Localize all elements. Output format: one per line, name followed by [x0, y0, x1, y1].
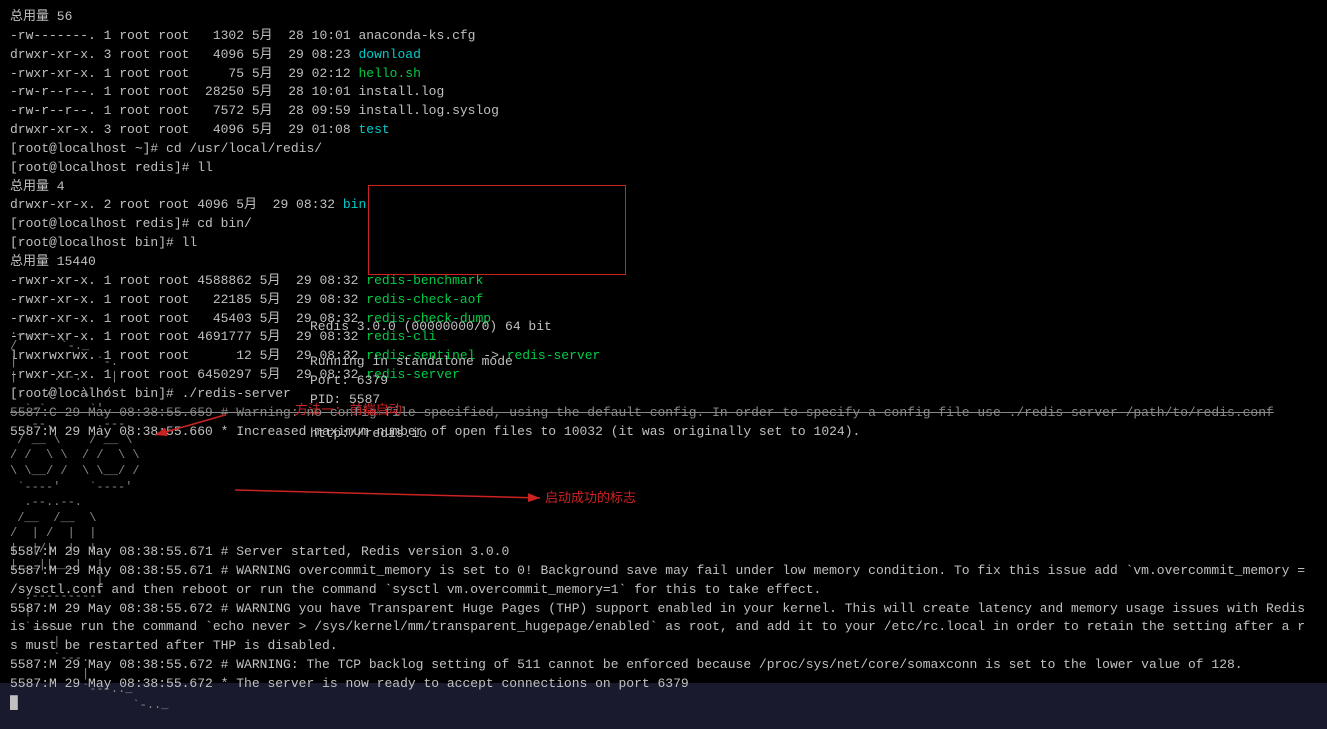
- line-22: 5587:C 29 May 08:38:55.659 # Warning: no…: [10, 404, 1317, 423]
- warn-5: is issue run the command `echo never > /…: [10, 618, 1310, 637]
- line-5: -rw-r--r--. 1 root root 28250 5月 28 10:0…: [10, 83, 1317, 102]
- line-7: drwxr-xr-x. 3 root root 4096 5月 29 01:08…: [10, 121, 1317, 140]
- server-mode: Running in standalone mode: [310, 353, 552, 372]
- cursor-line: █: [10, 694, 1310, 713]
- line-18: -rwxr-xr-x. 1 root root 4691777 5月 29 08…: [10, 328, 1317, 347]
- line-13: [root@localhost bin]# ll: [10, 234, 1317, 253]
- line-15: -rwxr-xr-x. 1 root root 4588862 5月 29 08…: [10, 272, 1317, 291]
- server-version: Redis 3.0.0 (00000000/0) 64 bit: [310, 318, 552, 337]
- line-11: drwxr-xr-x. 2 root root 4096 5月 29 08:32…: [10, 196, 1317, 215]
- warn-6: s must be restarted after THP is disable…: [10, 637, 1310, 656]
- line-17: -rwxr-xr-x. 1 root root 45403 5月 29 08:3…: [10, 310, 1317, 329]
- annotation-start-success: 启动成功的标志: [545, 490, 636, 509]
- server-info: Redis 3.0.0 (00000000/0) 64 bit Running …: [310, 318, 552, 444]
- line-4: -rwxr-xr-x. 1 root root 75 5月 29 02:12 h…: [10, 65, 1317, 84]
- server-port: Port: 6379: [310, 372, 552, 391]
- warn-1: 5587:M 29 May 08:38:55.671 # Server star…: [10, 543, 1310, 562]
- line-9: [root@localhost redis]# ll: [10, 159, 1317, 178]
- warn-8: 5587:M 29 May 08:38:55.672 * The server …: [10, 675, 1310, 694]
- warning-lines: 5587:M 29 May 08:38:55.671 # Server star…: [10, 543, 1310, 713]
- line-14: 总用量 15440: [10, 253, 1317, 272]
- line-3: drwxr-xr-x. 3 root root 4096 5月 29 08:23…: [10, 46, 1317, 65]
- line-8: [root@localhost ~]# cd /usr/local/redis/: [10, 140, 1317, 159]
- line-10: 总用量 4: [10, 178, 1317, 197]
- line-12: [root@localhost redis]# cd bin/: [10, 215, 1317, 234]
- warn-2: 5587:M 29 May 08:38:55.671 # WARNING ove…: [10, 562, 1310, 581]
- warn-3: /sysctl.conf and then reboot or run the …: [10, 581, 1310, 600]
- line-2: -rw-------. 1 root root 1302 5月 28 10:01…: [10, 27, 1317, 46]
- warn-7: 5587:M 29 May 08:38:55.672 # WARNING: Th…: [10, 656, 1310, 675]
- terminal: 总用量 56 -rw-------. 1 root root 1302 5月 2…: [0, 0, 1327, 683]
- line-1: 总用量 56: [10, 8, 1317, 27]
- line-19: lrwxrwxrwx. 1 root root 12 5月 29 08:32 r…: [10, 347, 1317, 366]
- warn-4: 5587:M 29 May 08:38:55.672 # WARNING you…: [10, 600, 1310, 619]
- line-21: [root@localhost bin]# ./redis-server: [10, 385, 1317, 404]
- server-pid: PID: 5587: [310, 391, 552, 410]
- line-6: -rw-r--r--. 1 root root 7572 5月 28 09:59…: [10, 102, 1317, 121]
- line-23: 5587:M 29 May 08:38:55.660 * Increased m…: [10, 423, 1317, 442]
- line-16: -rwxr-xr-x. 1 root root 22185 5月 29 08:3…: [10, 291, 1317, 310]
- line-20: -rwxr-xr-x. 1 root root 6450297 5月 29 08…: [10, 366, 1317, 385]
- server-url: http://redis.io: [310, 425, 552, 444]
